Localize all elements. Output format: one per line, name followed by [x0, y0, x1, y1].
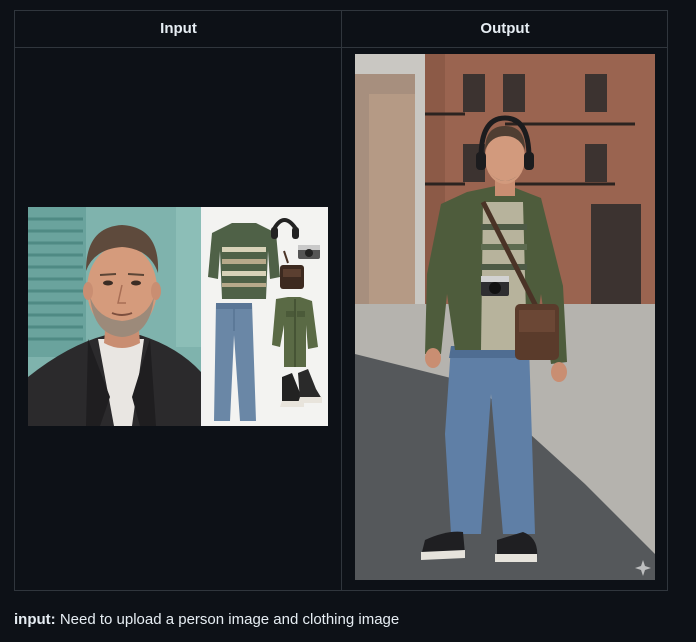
caption-label: input: [14, 611, 56, 628]
output-column-header: Output [480, 20, 530, 37]
column-divider [341, 11, 342, 590]
clothing-items-image [204, 207, 328, 426]
person-portrait-image [28, 207, 201, 426]
input-image [28, 207, 328, 426]
output-image [355, 54, 655, 580]
input-output-table: Input Output [14, 10, 668, 591]
input-column-header: Input [160, 20, 197, 37]
caption-text: Need to upload a person image and clothi… [55, 611, 400, 628]
caption: input: Need to upload a person image and… [14, 611, 399, 628]
